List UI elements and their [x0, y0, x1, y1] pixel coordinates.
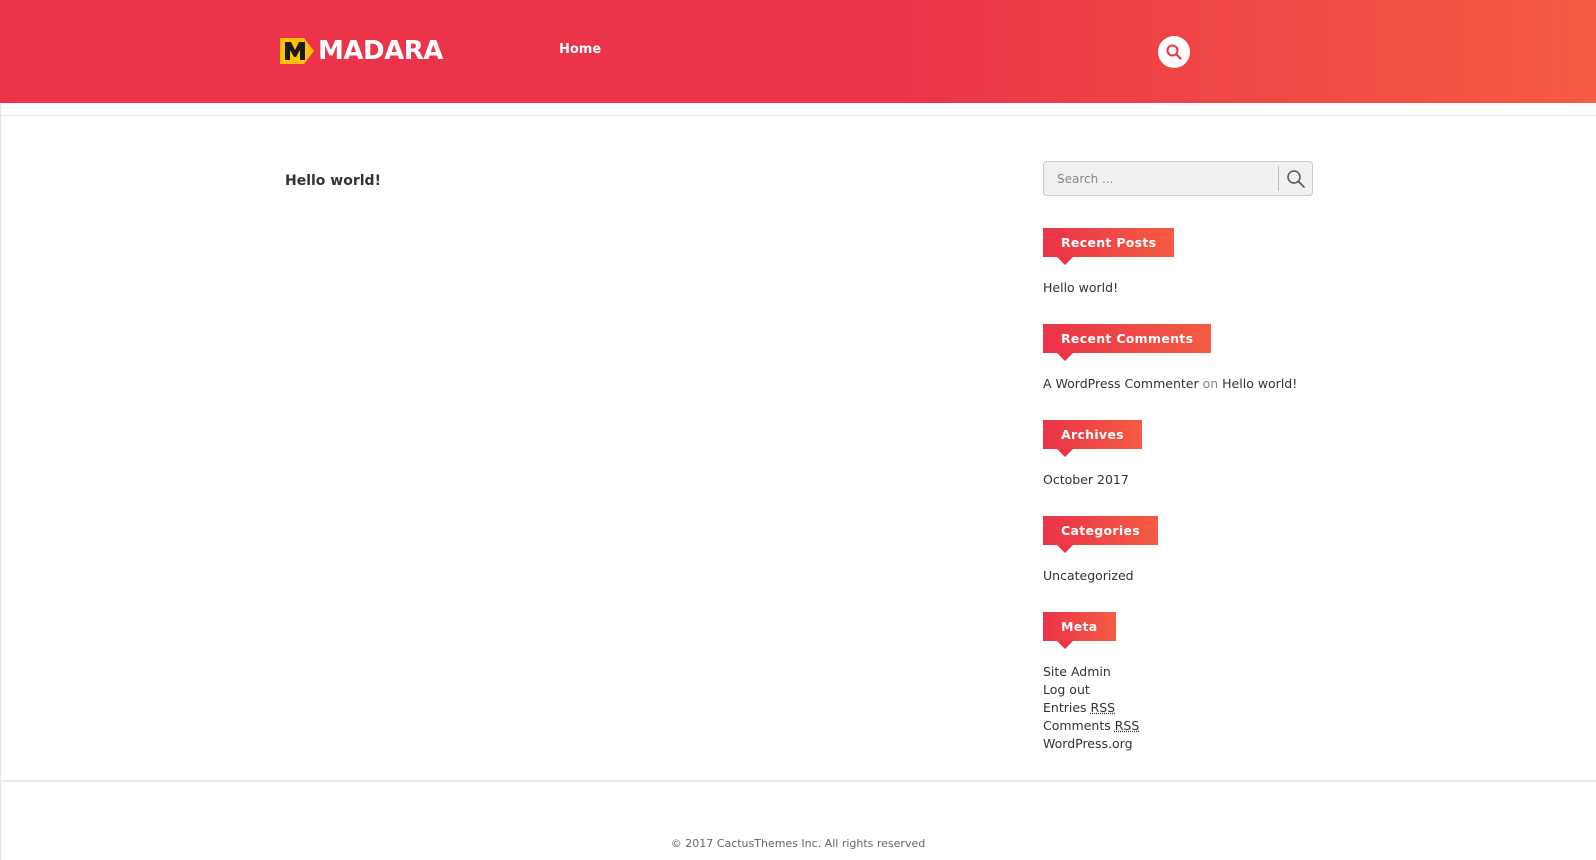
widget-recent-comments: Recent Comments A WordPress Commenter on…	[1043, 324, 1297, 393]
widget-title: Categories	[1043, 516, 1158, 553]
nav-item-home[interactable]: Home	[559, 42, 601, 57]
widget-list: October 2017	[1043, 471, 1142, 489]
header-search-button[interactable]	[1158, 36, 1190, 68]
comment-author-link[interactable]: A WordPress Commenter	[1043, 376, 1199, 391]
widget-archives: Archives October 2017	[1043, 420, 1142, 489]
logo-mark-icon	[280, 36, 316, 66]
footer-copyright: © 2017 CactusThemes Inc. All rights rese…	[670, 837, 926, 850]
search-submit-button[interactable]	[1286, 169, 1306, 189]
widget-title: Recent Comments	[1043, 324, 1212, 361]
meta-site-admin-link[interactable]: Site Admin	[1043, 664, 1111, 679]
meta-log-out-link[interactable]: Log out	[1043, 682, 1090, 697]
widget-list: Site Admin Log out Entries RSS Comments …	[1043, 663, 1139, 753]
search-icon	[1287, 170, 1305, 188]
comments-label: Comments	[1043, 718, 1111, 733]
header-divider	[0, 115, 1596, 116]
logo-text: MADARA	[318, 36, 443, 66]
recent-post-link[interactable]: Hello world!	[1043, 280, 1118, 295]
site-header: MADARA Home	[0, 0, 1596, 103]
meta-wordpress-link[interactable]: WordPress.org	[1043, 736, 1133, 751]
search-divider	[1278, 166, 1279, 191]
footer-divider	[0, 780, 1596, 782]
meta-comments-rss-link[interactable]: Comments RSS	[1043, 718, 1139, 733]
widget-title: Recent Posts	[1043, 228, 1175, 265]
search-input[interactable]	[1044, 162, 1278, 195]
search-icon	[1166, 44, 1182, 60]
category-link[interactable]: Uncategorized	[1043, 568, 1134, 583]
rss-abbr: RSS	[1090, 700, 1116, 715]
widget-title: Archives	[1043, 420, 1142, 457]
page-border	[0, 103, 1, 860]
sidebar-search-form	[1043, 161, 1313, 196]
entries-label: Entries	[1043, 700, 1087, 715]
meta-entries-rss-link[interactable]: Entries RSS	[1043, 700, 1115, 715]
widget-meta: Meta Site Admin Log out Entries RSS Comm…	[1043, 612, 1139, 753]
comment-post-link[interactable]: Hello world!	[1222, 376, 1297, 391]
rss-abbr: RSS	[1114, 718, 1140, 733]
widget-recent-posts: Recent Posts Hello world!	[1043, 228, 1175, 297]
widget-list: A WordPress Commenter on Hello world!	[1043, 375, 1297, 393]
sidebar: Recent Posts Hello world! Recent Comment…	[1043, 161, 1313, 751]
site-logo[interactable]: MADARA	[280, 36, 443, 66]
widget-categories: Categories Uncategorized	[1043, 516, 1158, 585]
widget-title: Meta	[1043, 612, 1116, 649]
post-title-link[interactable]: Hello world!	[285, 173, 381, 189]
archive-link[interactable]: October 2017	[1043, 472, 1129, 487]
comment-connector: on	[1202, 376, 1219, 391]
widget-list: Hello world!	[1043, 279, 1174, 297]
widget-list: Uncategorized	[1043, 567, 1158, 585]
